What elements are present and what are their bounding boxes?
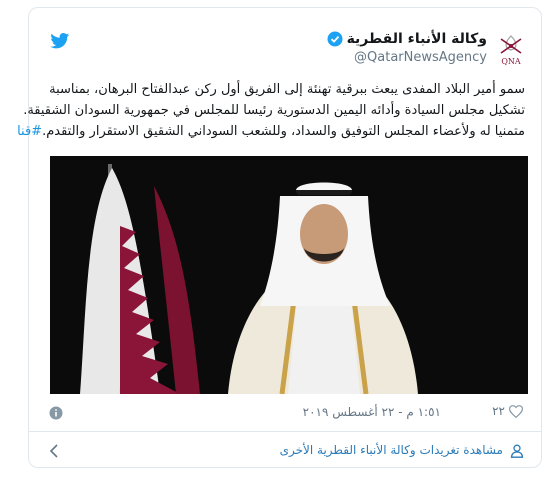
tweet-meta: ١:٥١ م - ٢٢ أغسطس ٢٠١٩ ٢٢ (49, 404, 523, 424)
like-count: ٢٢ (492, 404, 505, 418)
tweet-line-text: متمنيا له ولأعضاء المجلس التوفيق والسداد… (42, 124, 525, 139)
embedded-tweet-card[interactable]: QNA وكالة الأنباء القطرية @QatarNewsAgen… (17, 7, 542, 468)
account-handle[interactable]: @QatarNewsAgency (354, 50, 487, 65)
like-action[interactable]: ٢٢ (492, 404, 523, 418)
tweet-text: سمو أمير البلاد المفدى يبعث ببرقية تهنئة… (17, 79, 525, 142)
display-name-text[interactable]: وكالة الأنباء القطرية (347, 31, 487, 47)
twitter-bird-icon[interactable] (50, 33, 70, 49)
account-display-name[interactable]: وكالة الأنباء القطرية (327, 31, 487, 47)
qna-logo[interactable]: QNA (495, 30, 527, 68)
verified-badge-icon (327, 31, 343, 47)
hashtag-link[interactable]: #قنا (17, 124, 42, 139)
tweet-line: تشكيل مجلس السيادة وأدائه اليمين الدستور… (23, 103, 525, 118)
photo-illustration (50, 156, 528, 394)
view-more-tweets-link[interactable]: مشاهدة تغريدات وكالة الأنباء القطرية الأ… (29, 432, 541, 468)
tweet-header: QNA وكالة الأنباء القطرية @QatarNewsAgen… (29, 8, 541, 74)
info-icon[interactable] (49, 406, 63, 420)
tweet-media-photo[interactable] (50, 156, 528, 394)
chevron-left-icon[interactable] (49, 444, 59, 458)
tweet-line: سمو أمير البلاد المفدى يبعث ببرقية تهنئة… (49, 82, 525, 97)
user-icon (510, 444, 524, 458)
view-more-label[interactable]: مشاهدة تغريدات وكالة الأنباء القطرية الأ… (280, 443, 503, 457)
qna-logo-text: QNA (501, 57, 521, 66)
tweet-timestamp[interactable]: ١:٥١ م - ٢٢ أغسطس ٢٠١٩ (303, 405, 441, 419)
heart-icon[interactable] (509, 404, 523, 418)
tweet-line: متمنيا له ولأعضاء المجلس التوفيق والسداد… (17, 121, 525, 142)
